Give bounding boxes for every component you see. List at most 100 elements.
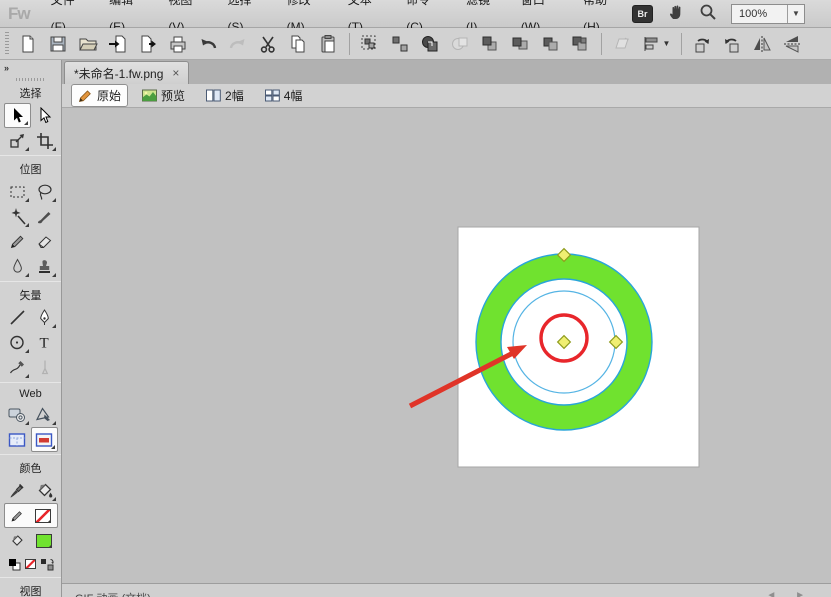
knife-tool[interactable] — [31, 355, 58, 380]
view-mode-original[interactable]: 原始 — [71, 84, 128, 107]
new-document-button[interactable] — [16, 31, 40, 57]
view-mode-bar: 原始 预览 2幅 4幅 — [62, 84, 831, 108]
line-tool[interactable] — [4, 305, 31, 330]
send-to-back-icon — [570, 34, 590, 54]
pointer-tool[interactable] — [4, 103, 31, 128]
eyedropper-tool[interactable] — [4, 478, 31, 503]
lasso-tool[interactable] — [31, 179, 58, 204]
rubber-stamp-tool[interactable] — [31, 254, 58, 279]
section-label-bitmap: 位图 — [0, 158, 61, 179]
toolbar-separator — [349, 33, 350, 55]
split-button[interactable] — [448, 31, 472, 57]
redo-button[interactable] — [226, 31, 250, 57]
stroke-color-well[interactable] — [4, 503, 58, 528]
rectangle-hotspot-tool[interactable] — [4, 402, 31, 427]
rotate-90-cw-button[interactable] — [720, 31, 744, 57]
stroke-color-swatch[interactable] — [35, 509, 51, 523]
brush-tool[interactable] — [31, 204, 58, 229]
copy-icon — [288, 34, 308, 54]
flip-horizontal-icon — [752, 34, 772, 54]
rectangle-hotspot-icon — [8, 406, 26, 423]
ungroup-button[interactable] — [388, 31, 412, 57]
print-button[interactable] — [166, 31, 190, 57]
freeform-tool[interactable] — [4, 355, 31, 380]
transform-icon — [612, 34, 632, 54]
send-to-back-button[interactable] — [568, 31, 592, 57]
copy-button[interactable] — [286, 31, 310, 57]
no-color-icon[interactable] — [25, 559, 36, 569]
document-tab-title: *未命名-1.fw.png — [74, 65, 163, 82]
pencil-tool[interactable] — [4, 229, 31, 254]
hide-slices-tool[interactable] — [31, 427, 58, 452]
rotate-cw-icon — [722, 34, 742, 54]
save-button[interactable] — [46, 31, 70, 57]
view-mode-preview[interactable]: 预览 — [135, 84, 192, 107]
send-backward-button[interactable] — [538, 31, 562, 57]
canvas-area[interactable] — [62, 108, 831, 583]
section-divider — [0, 454, 61, 455]
pen-icon — [36, 309, 53, 326]
rotate-90-ccw-button[interactable] — [690, 31, 714, 57]
align-button[interactable]: ▼ — [640, 31, 672, 57]
paste-button[interactable] — [316, 31, 340, 57]
text-tool[interactable]: T — [31, 330, 58, 355]
eyedropper-icon — [9, 482, 26, 499]
bring-to-front-button[interactable] — [478, 31, 502, 57]
crop-tool[interactable] — [31, 128, 58, 153]
blur-tool[interactable] — [4, 254, 31, 279]
magic-wand-tool[interactable] — [4, 204, 31, 229]
scale-tool[interactable] — [4, 128, 31, 153]
cut-icon — [258, 34, 278, 54]
join-button[interactable] — [418, 31, 442, 57]
chevron-down-icon[interactable]: ▼ — [787, 5, 804, 23]
toolbar-grip[interactable] — [3, 32, 10, 56]
paint-bucket-tool[interactable] — [31, 478, 58, 503]
bring-forward-button[interactable] — [508, 31, 532, 57]
section-label-web: Web — [0, 385, 61, 402]
group-button[interactable] — [358, 31, 382, 57]
close-icon[interactable]: × — [172, 67, 179, 79]
cut-button[interactable] — [256, 31, 280, 57]
panel-grip[interactable] — [16, 78, 46, 81]
flip-horizontal-button[interactable] — [750, 31, 774, 57]
section-divider — [0, 281, 61, 282]
animation-playback-controls[interactable]: ◄ ► — [766, 590, 813, 597]
open-button[interactable] — [76, 31, 100, 57]
subselection-icon — [36, 107, 53, 124]
view-mode-4up[interactable]: 4幅 — [258, 84, 310, 107]
polygon-hotspot-tool[interactable] — [31, 402, 58, 427]
ellipse-tool[interactable] — [4, 330, 31, 355]
import-button[interactable] — [106, 31, 130, 57]
eraser-icon — [36, 233, 53, 250]
fill-color-well[interactable] — [4, 528, 58, 553]
default-colors-icon[interactable] — [8, 558, 21, 571]
section-divider — [0, 382, 61, 383]
toolbar-separator — [681, 33, 682, 55]
fill-color-swatch[interactable] — [36, 534, 52, 548]
eraser-tool[interactable] — [31, 229, 58, 254]
zoom-level-dropdown[interactable]: 100% ▼ — [731, 4, 805, 24]
section-divider — [0, 155, 61, 156]
transform-button[interactable] — [610, 31, 634, 57]
document-tab[interactable]: *未命名-1.fw.png × — [64, 61, 189, 84]
marquee-tool[interactable] — [4, 179, 31, 204]
view-mode-label: 2幅 — [225, 87, 244, 104]
bring-to-front-icon — [480, 34, 500, 54]
slice-icon — [8, 432, 26, 448]
export-button[interactable] — [136, 31, 160, 57]
status-text: GIF 动画 (文档) — [75, 590, 151, 597]
subselection-tool[interactable] — [31, 103, 58, 128]
undo-button[interactable] — [196, 31, 220, 57]
undo-icon — [198, 34, 218, 54]
bridge-button[interactable]: Br — [632, 5, 653, 23]
fireworks-window: Fw 文件(F) 编辑(E) 视图(V) 选择(S) 修改(M) 文本(T) 命… — [0, 0, 831, 597]
view-mode-2up[interactable]: 2幅 — [199, 84, 251, 107]
hand-icon[interactable] — [667, 3, 685, 24]
swap-colors-icon[interactable] — [40, 558, 54, 571]
flip-vertical-button[interactable] — [780, 31, 804, 57]
search-icon[interactable] — [699, 3, 717, 24]
collapse-panel-button[interactable]: » — [0, 60, 61, 76]
magic-wand-icon — [9, 208, 26, 225]
slice-tool[interactable] — [4, 427, 31, 452]
pen-tool[interactable] — [31, 305, 58, 330]
